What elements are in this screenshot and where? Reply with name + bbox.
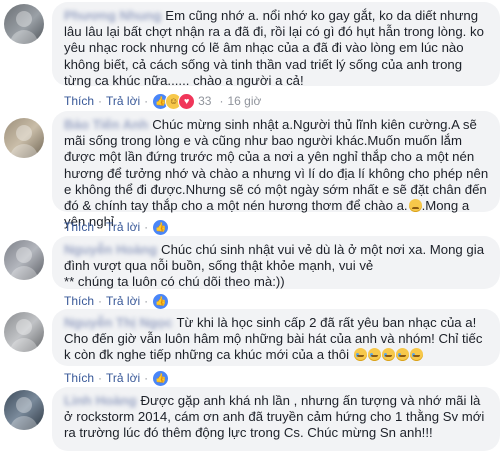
comment-bubble: Nguyễn Thị Ngọc Từ khi là học sinh cấp 2 … [52, 309, 500, 366]
like-button[interactable]: Thích [64, 94, 94, 108]
avatar[interactable] [4, 118, 44, 158]
comment-author[interactable]: Linh Hoàng [64, 393, 137, 409]
reply-button[interactable]: Trả lời [106, 94, 140, 108]
separator-dot: · [144, 371, 149, 385]
comment-actions: Thích · Trả lời · 👍 [64, 218, 173, 236]
crying-emoji-icon [395, 348, 409, 362]
comment-author[interactable]: Nguyễn Hoàng [64, 242, 157, 258]
separator-dot: · [144, 94, 149, 108]
comment-bubble: Nguyễn Hoàng Chúc chú sinh nhật vui vẻ dù… [52, 236, 500, 289]
like-button[interactable]: Thích [64, 220, 94, 234]
avatar[interactable] [4, 4, 44, 44]
reaction-count: 33 [198, 94, 212, 108]
comment-actions: Thích · Trả lời · 👍 ☺ ♥ 33 · 16 giờ [64, 92, 261, 110]
love-icon: ♥ [178, 92, 196, 110]
reply-button[interactable]: Trả lời [106, 220, 140, 234]
comment-bubble: Bảo Tiến Anh Chúc mừng sinh nhật a.Người … [52, 111, 500, 229]
reply-button[interactable]: Trả lời [106, 371, 140, 385]
crying-emoji-icon [353, 348, 367, 362]
separator-dot: · [98, 371, 103, 385]
avatar[interactable] [4, 240, 44, 280]
separator-dot: · [144, 220, 149, 234]
reaction-summary[interactable]: 👍 [152, 218, 170, 236]
like-button[interactable]: Thích [64, 371, 94, 385]
avatar[interactable] [4, 390, 44, 430]
reaction-summary[interactable]: 👍 [152, 369, 170, 387]
comment-actions: Thích · Trả lời · 👍 [64, 369, 173, 387]
crying-emoji-icon [409, 348, 423, 362]
avatar[interactable] [4, 312, 44, 352]
like-button[interactable]: Thích [64, 294, 94, 308]
like-icon: 👍 [152, 369, 170, 387]
separator-dot: · [219, 94, 224, 108]
comment-author[interactable]: Phương Nhung [64, 8, 161, 24]
separator-dot: · [98, 220, 103, 234]
reaction-summary[interactable]: 👍 [152, 292, 170, 310]
comment-author[interactable]: Bảo Tiến Anh [64, 117, 148, 133]
comment-author[interactable]: Nguyễn Thị Ngọc [64, 315, 172, 331]
reply-button[interactable]: Trả lời [106, 294, 140, 308]
crying-emoji-icon [367, 348, 381, 362]
reaction-summary[interactable]: 👍 ☺ ♥ 33 [152, 92, 212, 110]
separator-dot: · [144, 294, 149, 308]
comment-bubble: Linh Hoàng Được gặp anh khá nh lần , nhưn… [52, 387, 500, 451]
like-icon: 👍 [152, 292, 170, 310]
comment-bubble: Phương Nhung Em cũng nhớ a. nổi nhớ ko ga… [52, 2, 500, 88]
comment-actions: Thích · Trả lời · 👍 [64, 292, 173, 310]
separator-dot: · [98, 294, 103, 308]
confused-emoji-icon [408, 199, 422, 213]
separator-dot: · [98, 94, 103, 108]
crying-emoji-icon [381, 348, 395, 362]
timestamp[interactable]: 16 giờ [227, 94, 261, 108]
like-icon: 👍 [152, 218, 170, 236]
comment-text-line2: ** chúng ta luôn có chú dõi theo mà:)) [64, 274, 285, 290]
